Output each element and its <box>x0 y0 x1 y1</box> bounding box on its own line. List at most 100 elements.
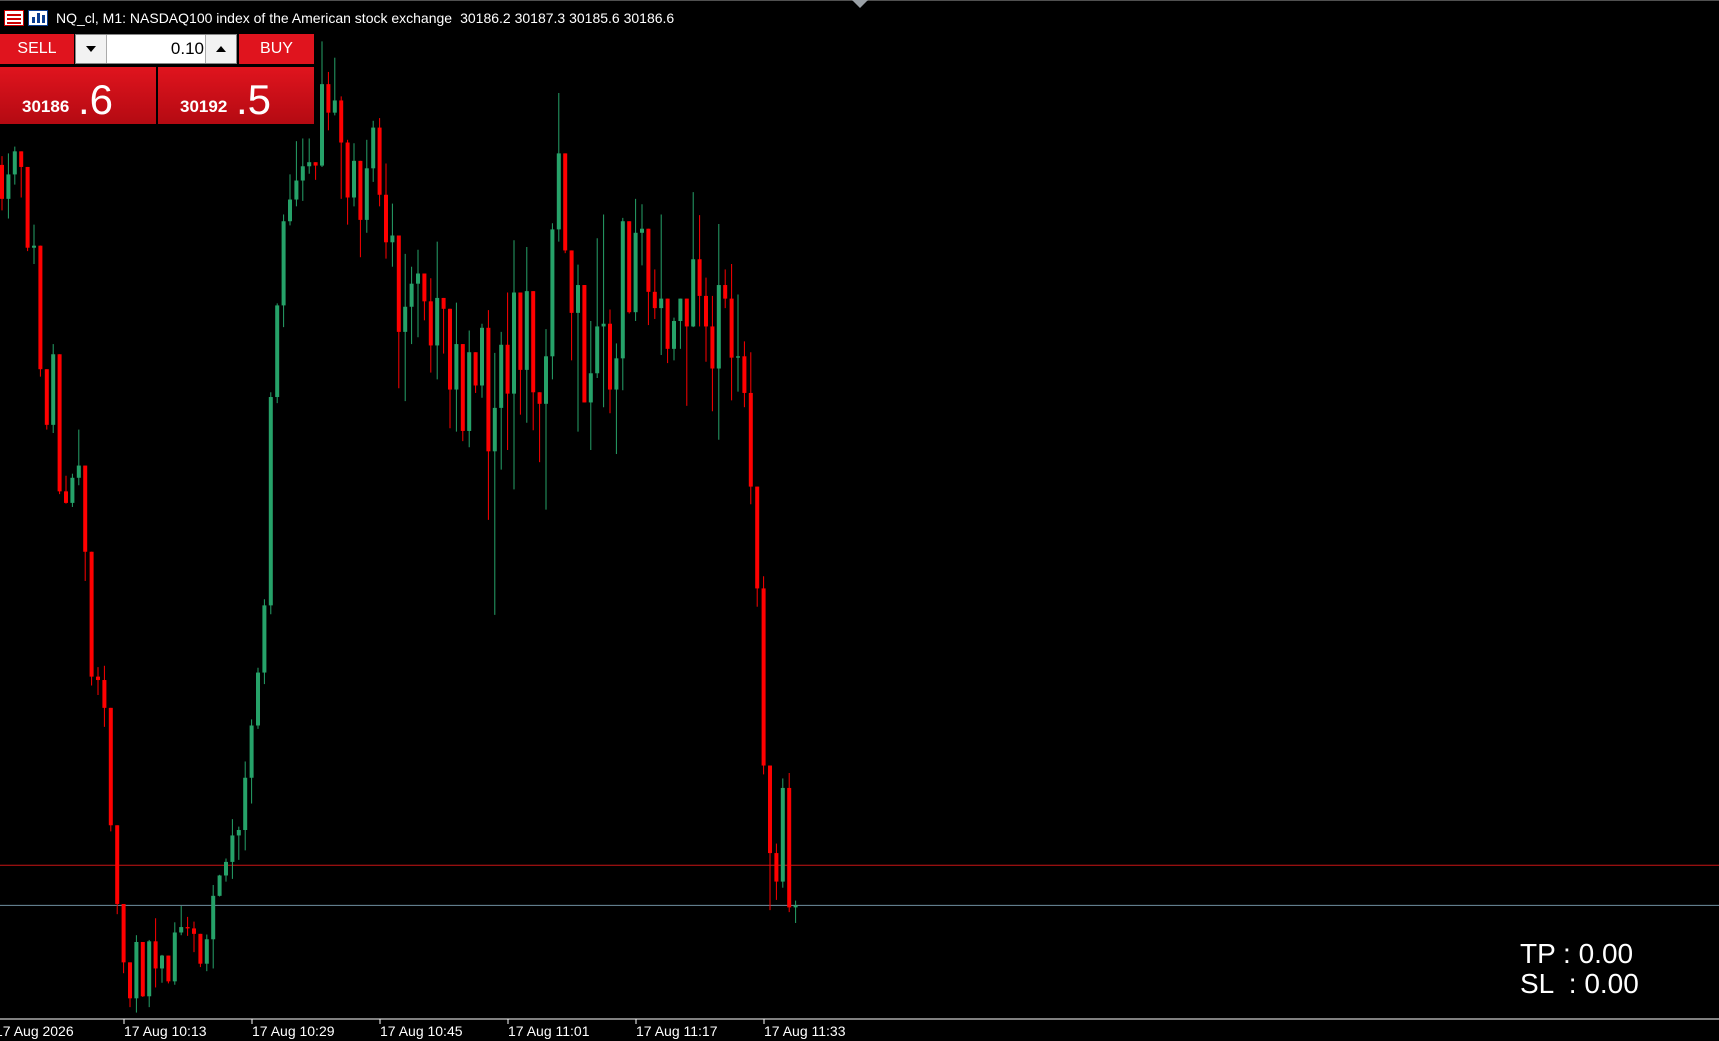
sell-price-button[interactable]: 30186 .6 <box>0 67 156 124</box>
lot-size-input[interactable] <box>108 37 204 61</box>
buy-price-button[interactable]: 30192 .5 <box>158 67 314 124</box>
candle-body <box>288 199 292 222</box>
one-click-trading-icon[interactable] <box>28 10 48 26</box>
candle-body <box>787 787 792 908</box>
candle-body <box>390 235 395 243</box>
candle-body <box>582 285 587 403</box>
candle-body <box>134 941 139 999</box>
candle-body <box>454 344 459 390</box>
candle-body <box>512 292 516 394</box>
candle-body <box>166 955 171 982</box>
arrow-up-icon <box>216 46 226 52</box>
stop-loss-label: SL : 0.00 <box>1520 968 1639 999</box>
candle-body <box>179 927 184 933</box>
candle-body <box>172 932 177 982</box>
candle-body <box>684 298 689 327</box>
candle-body <box>723 285 728 299</box>
candle-body <box>89 551 94 677</box>
lot-increase-button[interactable] <box>205 35 236 63</box>
candle-body <box>364 168 369 220</box>
candle-body <box>652 291 657 309</box>
candle-body <box>627 221 632 313</box>
candle-body <box>793 905 798 908</box>
candle-body <box>217 875 222 896</box>
candle-body <box>256 672 260 726</box>
candle-body <box>294 180 299 200</box>
candle-body <box>569 250 574 313</box>
buy-price-main: 30192 <box>180 97 228 116</box>
candle-body <box>198 933 203 964</box>
arrow-down-icon <box>86 46 96 52</box>
candle-body <box>32 245 36 248</box>
candle-body <box>313 162 318 166</box>
candle-body <box>659 298 664 309</box>
take-profit-label: TP : 0.00 <box>1520 938 1634 969</box>
price-chart[interactable]: 17 Aug 2026 17 Aug 10:13 17 Aug 10:29 17 Au… <box>0 0 1719 1041</box>
candle-body <box>595 326 600 374</box>
candle-body <box>524 291 529 370</box>
candle-body <box>377 127 382 195</box>
candle-body <box>633 232 638 313</box>
ohlc-values: 30186.2 30187.3 30185.6 30186.6 <box>460 10 675 26</box>
candle-body <box>230 835 235 862</box>
candle-body <box>742 356 747 393</box>
candle-body <box>640 228 644 233</box>
candle-body <box>352 160 356 198</box>
x-axis-tick-label: 17 Aug 10:29 <box>252 1023 335 1039</box>
candle-body <box>614 358 619 390</box>
chart-title-bar: NQ_cl, M1: NASDAQ100 index of the Americ… <box>0 6 674 30</box>
candle-body <box>12 151 17 175</box>
candle-body <box>588 373 593 403</box>
buy-button[interactable]: BUY <box>239 34 314 64</box>
candle-body <box>499 344 504 408</box>
candle-body <box>550 229 555 357</box>
candle-body <box>537 392 542 404</box>
lot-size-control <box>75 34 237 64</box>
candle-body <box>185 927 190 929</box>
candle-body <box>403 306 408 332</box>
candle-body <box>0 164 4 199</box>
x-axis-tick-label: 17 Aug 2026 <box>0 1023 74 1039</box>
sell-button[interactable]: SELL <box>0 34 74 64</box>
candlestick-chart[interactable]: 17 Aug 2026 17 Aug 10:13 17 Aug 10:29 17 Au… <box>0 0 1719 1041</box>
candle-body <box>38 245 43 370</box>
candle-body <box>748 392 753 487</box>
candle-body <box>19 151 24 167</box>
chart-shift-marker-icon[interactable] <box>852 0 868 8</box>
candle-body <box>384 194 388 243</box>
candle-body <box>697 259 702 296</box>
symbol-title: NQ_cl, M1: NASDAQ100 index of the Americ… <box>56 10 453 26</box>
candle-body <box>736 356 740 358</box>
candle-body <box>761 588 766 766</box>
one-click-trading-panel: SELL BUY 30186 .6 30192 .5 <box>0 34 314 124</box>
candle-body <box>268 397 273 606</box>
candle-body <box>710 326 715 369</box>
candle-body <box>326 84 331 113</box>
candle-body <box>704 295 708 327</box>
candle-body <box>236 830 241 836</box>
candle-body <box>716 285 721 369</box>
candle-body <box>774 853 779 882</box>
candle-body <box>70 477 75 503</box>
chart-menu-icon[interactable] <box>4 10 24 26</box>
candle-body <box>320 84 324 166</box>
candle-body <box>396 235 401 332</box>
candle-body <box>678 298 683 322</box>
candle-body <box>307 162 312 167</box>
candle-body <box>275 305 280 398</box>
x-axis-tick-label: 17 Aug 10:13 <box>124 1023 207 1039</box>
lot-decrease-button[interactable] <box>76 35 107 63</box>
candle-body <box>147 941 152 997</box>
candle-body <box>780 787 785 882</box>
candle-body <box>57 354 62 492</box>
candle-body <box>672 321 676 349</box>
candle-body <box>435 297 440 346</box>
candle-body <box>492 407 497 452</box>
candle-body <box>76 465 81 478</box>
candle-body <box>339 100 344 143</box>
candle-body <box>96 676 100 681</box>
candle-body <box>160 955 164 969</box>
candle-body <box>480 327 484 386</box>
candle-body <box>345 142 350 198</box>
candle-body <box>467 352 472 431</box>
